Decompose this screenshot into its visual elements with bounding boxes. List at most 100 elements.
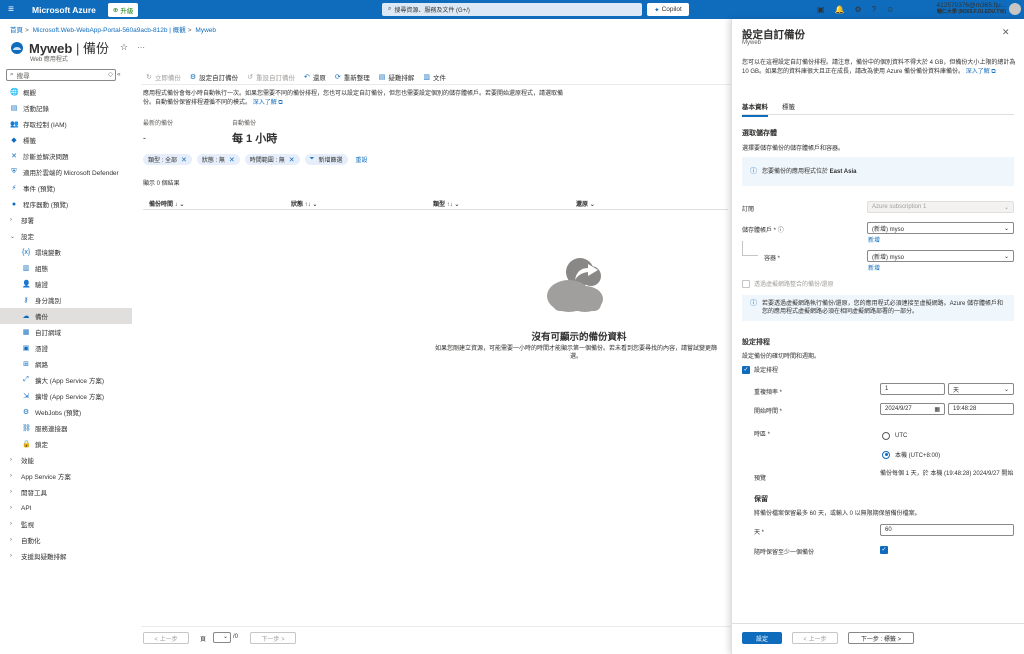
panel-prev-button[interactable]: < 上一步 [792, 632, 838, 644]
collapse-sidebar-icon[interactable]: « [117, 71, 125, 78]
timezone-local-radio[interactable] [882, 450, 890, 459]
expand-icon[interactable]: ◇ [108, 71, 117, 78]
add-filter-button[interactable]: ⏷ 新增篩選 [304, 154, 348, 165]
sidebar-item-15[interactable]: ▦ 自訂網域 [0, 324, 132, 340]
restore-button[interactable]: ↶ 還原 [304, 72, 326, 82]
docs-button[interactable]: ▥ 文件 [423, 72, 446, 82]
sidebar-item-5[interactable]: ⛨ 適用於雲端的 Microsoft Defender [0, 164, 132, 180]
keep-one-checkbox[interactable]: ✓ [880, 546, 888, 554]
more-options-icon[interactable]: ··· [137, 43, 145, 52]
sidebar-item-20[interactable]: ⚙ WebJobs (預覽) [0, 404, 132, 420]
filter-type-pill[interactable]: 類型 : 全部 ✕ [143, 154, 192, 165]
sidebar-item-19[interactable]: ⇲ 擴增 (App Service 方案) [0, 388, 132, 404]
timezone-utc-option[interactable]: UTC [882, 432, 907, 440]
sidebar-item-23[interactable]: › 效能 [0, 452, 132, 468]
sidebar-item-21[interactable]: ⛓ 服務連接器 [0, 420, 132, 436]
page-select[interactable]: ⌄ [213, 632, 231, 643]
sidebar-item-9[interactable]: ⌄ 設定 [0, 228, 132, 244]
sidebar-item-6[interactable]: ⚡ 事件 (預覽) [0, 180, 132, 196]
sidebar-item-12[interactable]: 👤 驗證 [0, 276, 132, 292]
sidebar-item-29[interactable]: › 支援與疑難排解 [0, 548, 132, 564]
next-page-button[interactable]: 下一步 > [250, 632, 296, 644]
sidebar-item-27[interactable]: › 監視 [0, 516, 132, 532]
sidebar-item-10[interactable]: {x} 環境變數 [0, 244, 132, 260]
sidebar-item-2[interactable]: 👥 存取控制 (IAM) [0, 116, 132, 132]
sidebar-item-4[interactable]: ✕ 診斷並解決問題 [0, 148, 132, 164]
settings-gear-icon[interactable]: ⚙ [855, 5, 862, 14]
account-menu[interactable]: 412570376@m365.fju... 輔仁大學 (M365.FJU.EDU… [926, 2, 1006, 16]
storage-account-dropdown[interactable]: (新增) myso ⌄ [867, 222, 1014, 234]
prev-page-button[interactable]: < 上一步 [143, 632, 189, 644]
help-icon[interactable]: ? [872, 5, 876, 14]
sidebar-item-26[interactable]: › API [0, 500, 132, 516]
retention-days-input[interactable]: 60 [880, 524, 1014, 536]
container-dropdown[interactable]: (新增) myso ⌄ [867, 250, 1014, 262]
col-backup-time[interactable]: 備份時間 ↓ ⌄ [149, 199, 184, 208]
sidebar-item-11[interactable]: ▥ 組態 [0, 260, 132, 276]
frequency-unit-dropdown[interactable]: 天 ⌄ [948, 383, 1014, 395]
panel-next-button[interactable]: 下一步 : 標籤 > [848, 632, 914, 644]
troubleshoot-button[interactable]: ▤ 疑難排解 [379, 72, 415, 82]
sidebar-item-8[interactable]: › 部署 [0, 212, 132, 228]
configure-backup-button[interactable]: ⚙ 設定自訂備份 [190, 72, 238, 82]
sidebar-item-3[interactable]: ◆ 標籤 [0, 132, 132, 148]
sidebar-item-13[interactable]: ⚷ 身分識別 [0, 292, 132, 308]
start-time-input[interactable]: 19:48:28 [948, 403, 1014, 415]
keep-one-checkbox-row[interactable]: ✓ [880, 546, 888, 554]
vnet-backup-checkbox[interactable] [742, 279, 750, 288]
cloud-shell-icon[interactable]: ▣ [817, 5, 825, 14]
close-icon[interactable]: ✕ [181, 156, 187, 164]
breadcrumb-item-myweb[interactable]: Myweb [195, 27, 216, 34]
panel-learn-more-link[interactable]: 深入了解 ⧉ [966, 69, 996, 75]
frequency-input[interactable]: 1 [880, 383, 945, 395]
filter-time-pill[interactable]: 時間範圍 : 無 ✕ [244, 154, 300, 165]
sidebar-item-1[interactable]: ▤ 活動記錄 [0, 100, 132, 116]
close-icon[interactable]: ✕ [229, 156, 235, 164]
timezone-local-option[interactable]: 本機 (UTC+8:00) [882, 450, 940, 459]
global-search-input[interactable]: ⌕ 搜尋資源、服務及文件 (G+/) [382, 3, 642, 16]
learn-more-link[interactable]: 深入了解 ⧉ [253, 100, 283, 106]
reset-filters-link[interactable]: 重設 [356, 155, 368, 164]
avatar[interactable] [1009, 3, 1021, 15]
col-restore[interactable]: 還原 ⌄ [576, 199, 595, 208]
menu-icon[interactable]: ≡ [0, 4, 22, 15]
sidebar-search-input[interactable]: ⌕ 搜尋 [6, 69, 116, 81]
vnet-backup-checkbox-row[interactable]: 透過虛擬網路整合的備份/還原 [742, 279, 834, 288]
new-container-link[interactable]: 新增 [868, 263, 880, 272]
col-type[interactable]: 類型 ↑↓ ⌄ [433, 199, 459, 208]
start-date-input[interactable]: 2024/9/27 ▦ [880, 403, 945, 415]
close-icon[interactable]: ✕ [289, 156, 295, 164]
copilot-button[interactable]: ✦ Copilot [647, 3, 689, 16]
reset-backup-button[interactable]: ↺ 重設自訂備份 [247, 72, 295, 82]
configure-submit-button[interactable]: 設定 [742, 632, 782, 644]
schedule-checkbox-row[interactable]: ✓ 設定排程 [742, 365, 778, 374]
breadcrumb-item-overview[interactable]: Microsoft.Web-WebApp-Portal-560a9acb-812… [33, 27, 186, 34]
notifications-icon[interactable]: 🔔 [835, 5, 845, 14]
close-icon[interactable]: ✕ [1002, 27, 1010, 38]
col-status[interactable]: 狀態 ↑↓ ⌄ [291, 199, 317, 208]
brand-title[interactable]: Microsoft Azure [32, 5, 96, 15]
upgrade-button[interactable]: ⊕ 升級 [107, 2, 139, 17]
timezone-utc-radio[interactable] [882, 432, 890, 440]
favorite-star-icon[interactable]: ☆ [120, 42, 128, 53]
schedule-checkbox[interactable]: ✓ [742, 365, 750, 374]
sidebar-item-25[interactable]: › 開發工具 [0, 484, 132, 500]
sidebar-item-24[interactable]: › App Service 方案 [0, 468, 132, 484]
sidebar-item-28[interactable]: › 自動化 [0, 532, 132, 548]
sidebar-item-18[interactable]: ⤢ 擴大 (App Service 方案) [0, 372, 132, 388]
sidebar-item-0[interactable]: 🌐 概觀 [0, 84, 132, 100]
new-storage-link[interactable]: 新增 [868, 235, 880, 244]
sidebar-item-17[interactable]: ⊞ 網路 [0, 356, 132, 372]
calendar-icon[interactable]: ▦ [934, 406, 940, 413]
refresh-button[interactable]: ⟳ 重新整理 [335, 72, 370, 82]
breadcrumb-home[interactable]: 首頁 [10, 27, 23, 34]
backup-now-button[interactable]: ↻ 立即備份 [146, 72, 181, 82]
filter-status-pill[interactable]: 狀態 : 無 ✕ [196, 154, 240, 165]
feedback-icon[interactable]: ☺ [886, 5, 894, 14]
sidebar-item-7[interactable]: ● 程序器動 (預覽) [0, 196, 132, 212]
info-icon[interactable]: ⓘ [778, 228, 784, 234]
sidebar-item-22[interactable]: 🔒 鎖定 [0, 436, 132, 452]
sidebar-item-14[interactable]: ☁ 備份 [0, 308, 132, 324]
sidebar-item-16[interactable]: ▣ 憑證 [0, 340, 132, 356]
subscription-dropdown[interactable]: Azure subscription 1 ⌄ [867, 201, 1014, 213]
